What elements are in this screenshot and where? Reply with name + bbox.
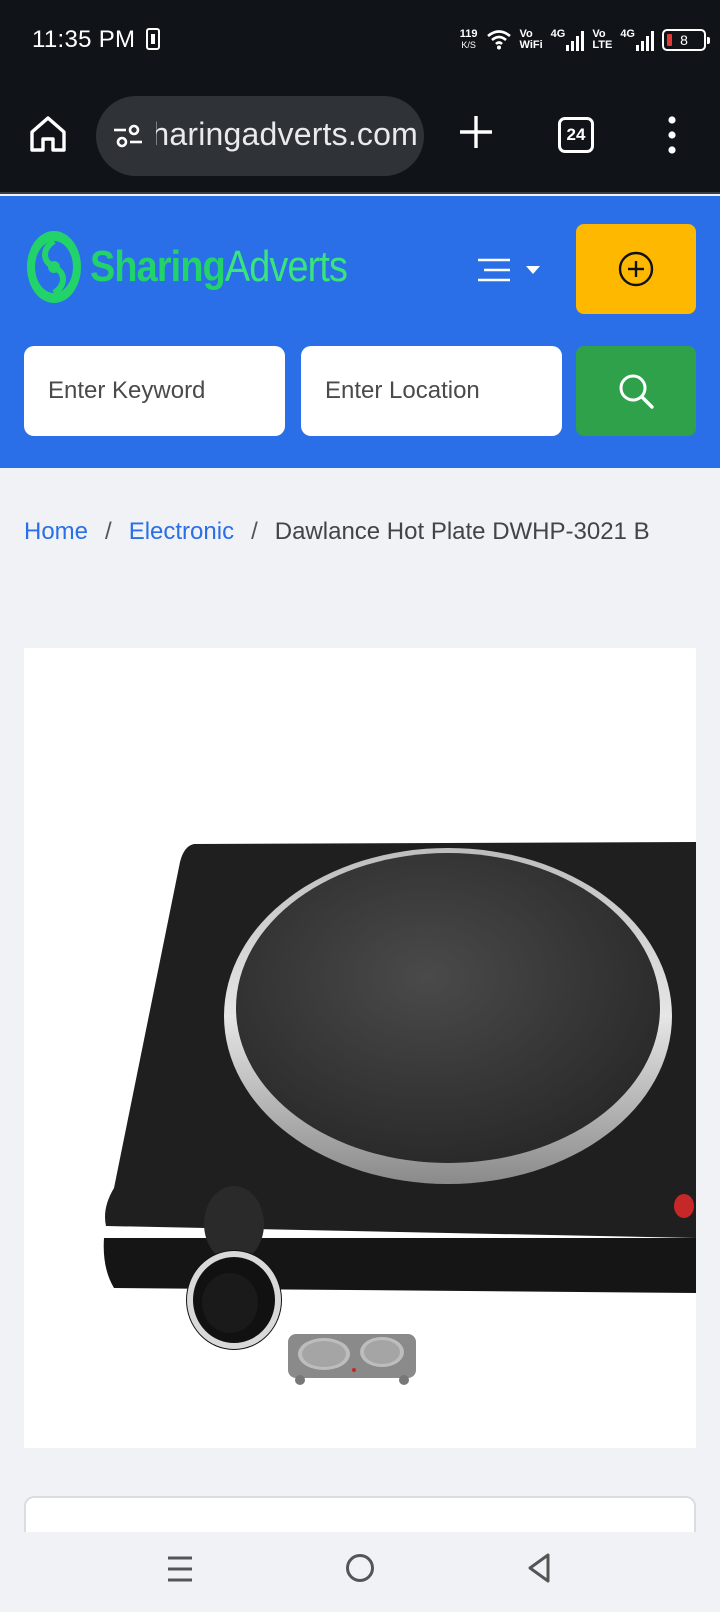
status-bar: 11:35 PM 119 K/S Vo WiFi 4G Vo LTE 4G 8 (0, 0, 720, 82)
search-button[interactable] (576, 346, 696, 436)
breadcrumb: Home / Electronic / Dawlance Hot Plate DWHP-… (24, 518, 720, 546)
plus-icon[interactable] (456, 112, 496, 152)
status-time: 11:35 PM (32, 26, 136, 53)
more-vert-icon[interactable] (662, 112, 682, 158)
browser-toolbar: sharingadverts.com 24 (0, 82, 720, 194)
breadcrumb-category-link[interactable]: Electronic (129, 518, 234, 545)
breadcrumb-separator: / (251, 518, 258, 545)
recents-icon[interactable] (166, 1554, 194, 1584)
back-icon[interactable] (526, 1552, 552, 1584)
breadcrumb-separator: / (105, 518, 112, 545)
home-icon[interactable] (26, 112, 70, 156)
volte-label: Vo LTE (592, 28, 613, 51)
search-icon (619, 374, 654, 409)
system-nav-bar (0, 1532, 720, 1612)
site-logo[interactable]: SharingAdverts (24, 226, 389, 308)
wifi-icon (486, 30, 511, 50)
status-indicators: 119 K/S Vo WiFi 4G Vo LTE 4G 8 (459, 24, 710, 56)
location-input[interactable] (301, 346, 562, 436)
vowifi-label: Vo WiFi (519, 28, 543, 51)
product-thumbnail[interactable] (284, 1328, 420, 1388)
site-header: SharingAdverts (0, 196, 720, 468)
menu-toggle-icon[interactable] (476, 254, 548, 288)
tabs-icon[interactable]: 24 (558, 117, 594, 153)
logo-text: SharingAdverts (90, 242, 348, 291)
signal-icon (636, 29, 654, 51)
tab-count: 24 (566, 125, 586, 144)
network-speed: 119 K/S (459, 28, 478, 51)
home-nav-icon[interactable] (346, 1554, 374, 1582)
battery-icon: 8 (662, 29, 710, 51)
signal-icon (566, 29, 585, 51)
tune-icon[interactable] (112, 122, 144, 150)
sim2-signal: 4G (620, 29, 654, 51)
keyword-input[interactable] (24, 346, 285, 436)
sim-card-icon (146, 28, 160, 50)
address-bar[interactable]: sharingadverts.com (96, 96, 424, 176)
battery-level: 8 (680, 32, 688, 48)
plus-circle-icon (618, 251, 654, 287)
breadcrumb-current: Dawlance Hot Plate DWHP-3021 B (274, 518, 650, 545)
sim1-signal: 4G (551, 29, 585, 51)
logo-mark-icon (27, 231, 81, 303)
url-text[interactable]: sharingadverts.com (156, 116, 418, 153)
product-gallery (24, 648, 696, 1448)
breadcrumb-home-link[interactable]: Home (24, 518, 88, 545)
post-ad-button[interactable] (576, 224, 696, 314)
